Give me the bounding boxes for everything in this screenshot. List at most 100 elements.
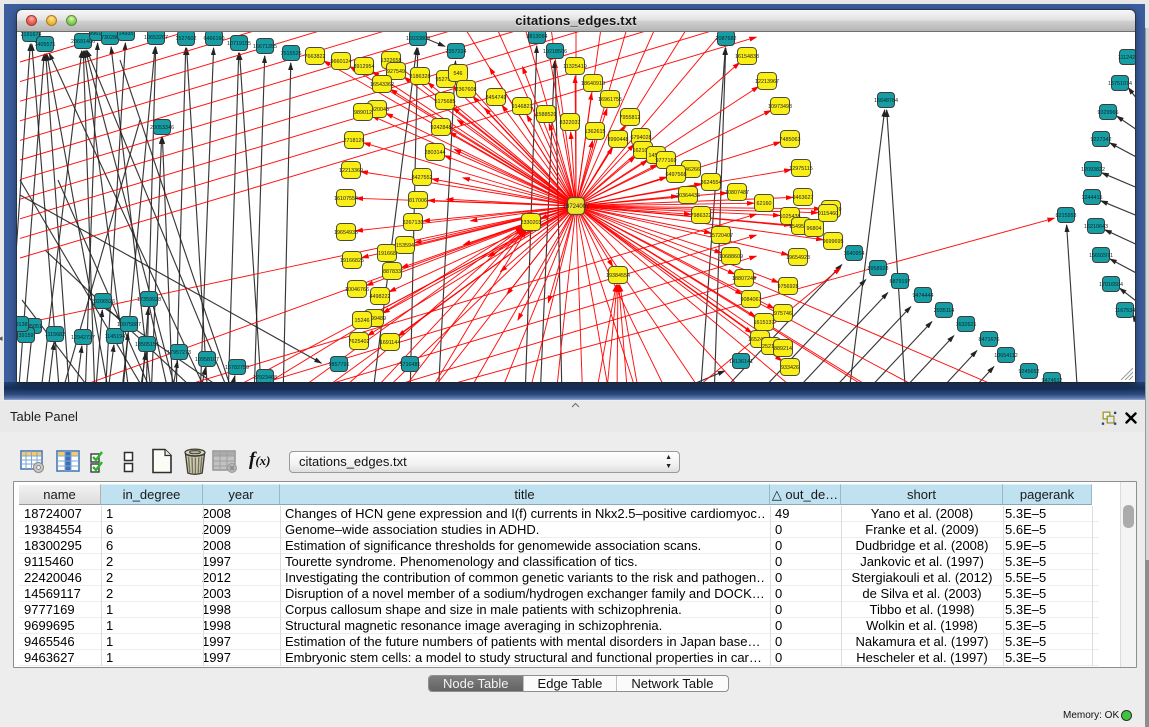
svg-text:9756928: 9756928 xyxy=(778,284,799,290)
svg-text:1640954: 1640954 xyxy=(844,251,865,257)
svg-text:9777169: 9777169 xyxy=(656,158,677,164)
svg-text:39159: 39159 xyxy=(19,333,34,339)
svg-text:9084067: 9084067 xyxy=(741,297,762,303)
svg-text:16782759: 16782759 xyxy=(225,365,249,371)
svg-text:16154838: 16154838 xyxy=(735,54,759,60)
svg-text:12975115: 12975115 xyxy=(789,166,813,172)
svg-text:15692971: 15692971 xyxy=(1089,253,1113,259)
svg-text:1115682: 1115682 xyxy=(45,332,65,338)
svg-text:7625402: 7625402 xyxy=(349,339,370,345)
svg-text:6497568: 6497568 xyxy=(666,172,687,178)
svg-text:1691144: 1691144 xyxy=(380,340,401,346)
svg-text:9242848: 9242848 xyxy=(431,125,452,131)
svg-text:9329966: 9329966 xyxy=(1098,110,1119,116)
svg-text:10046766: 10046766 xyxy=(345,287,369,293)
svg-text:8958928: 8958928 xyxy=(868,266,889,272)
svg-text:191668: 191668 xyxy=(378,251,396,257)
svg-text:9660124: 9660124 xyxy=(331,59,352,65)
svg-text:8427552: 8427552 xyxy=(412,175,433,181)
svg-text:19218506: 19218506 xyxy=(543,49,567,55)
svg-text:1588520: 1588520 xyxy=(536,112,557,118)
svg-text:975746: 975746 xyxy=(774,311,792,317)
svg-text:7986322: 7986322 xyxy=(691,213,712,219)
svg-text:7663822: 7663822 xyxy=(305,54,326,60)
svg-text:15720407: 15720407 xyxy=(709,233,733,239)
svg-text:12942737: 12942737 xyxy=(71,335,95,341)
svg-text:10958107: 10958107 xyxy=(195,357,219,363)
svg-text:10654112: 10654112 xyxy=(994,353,1018,359)
svg-text:2087682: 2087682 xyxy=(716,36,737,42)
svg-text:2935114: 2935114 xyxy=(934,308,955,314)
svg-text:12093822: 12093822 xyxy=(1081,167,1105,173)
svg-text:16107554: 16107554 xyxy=(334,196,358,202)
svg-text:989012: 989012 xyxy=(354,110,372,116)
svg-text:20053346: 20053346 xyxy=(150,125,174,131)
svg-text:1615137: 1615137 xyxy=(754,320,775,326)
svg-text:817006: 817006 xyxy=(409,198,427,204)
svg-text:9245652: 9245652 xyxy=(1019,369,1040,375)
svg-text:10653267: 10653267 xyxy=(144,35,168,41)
svg-text:8912954: 8912954 xyxy=(354,64,375,70)
svg-text:8990448: 8990448 xyxy=(608,137,629,143)
svg-text:7515526: 7515526 xyxy=(281,51,302,57)
svg-text:9474612: 9474612 xyxy=(1042,378,1063,382)
svg-text:16671355: 16671355 xyxy=(253,44,277,50)
svg-text:13505155: 13505155 xyxy=(135,342,159,348)
svg-text:62160: 62160 xyxy=(757,201,772,207)
svg-text:7632621: 7632621 xyxy=(956,322,977,328)
svg-text:10973493: 10973493 xyxy=(768,104,792,110)
svg-text:2330203: 2330203 xyxy=(521,220,542,226)
svg-text:9115460: 9115460 xyxy=(818,211,839,217)
svg-text:8186328: 8186328 xyxy=(410,74,431,80)
svg-text:16033809: 16033809 xyxy=(406,36,430,42)
svg-text:1167534: 1167534 xyxy=(1115,308,1135,314)
svg-text:12923468: 12923468 xyxy=(253,375,277,381)
svg-text:6466160: 6466160 xyxy=(204,36,225,42)
svg-text:16543362: 16543362 xyxy=(370,82,394,88)
svg-text:10975887: 10975887 xyxy=(117,322,141,328)
svg-text:730286: 730286 xyxy=(101,35,119,41)
svg-text:12213967: 12213967 xyxy=(755,79,779,85)
svg-text:10807487: 10807487 xyxy=(725,190,749,196)
svg-text:99138: 99138 xyxy=(17,322,28,328)
svg-text:19384554: 19384554 xyxy=(606,273,630,279)
svg-text:96804: 96804 xyxy=(807,226,822,232)
svg-text:10688609: 10688609 xyxy=(719,254,743,260)
svg-text:9463627: 9463627 xyxy=(793,195,814,201)
svg-text:12213369: 12213369 xyxy=(339,168,363,174)
svg-text:14136141: 14136141 xyxy=(729,359,753,365)
svg-text:17957273: 17957273 xyxy=(167,350,191,356)
svg-text:19654923: 19654923 xyxy=(786,255,810,261)
svg-text:889214: 889214 xyxy=(774,346,792,352)
svg-text:8215953: 8215953 xyxy=(1056,213,1077,219)
svg-text:11325419: 11325419 xyxy=(563,64,587,70)
svg-text:153594: 153594 xyxy=(396,243,414,249)
svg-text:10719155: 10719155 xyxy=(227,41,251,47)
svg-text:20206526: 20206526 xyxy=(91,299,115,305)
svg-text:19166825: 19166825 xyxy=(340,258,364,264)
svg-text:8813054: 8813054 xyxy=(527,34,548,40)
svg-text:546: 546 xyxy=(454,71,463,77)
svg-text:3267130: 3267130 xyxy=(403,220,424,226)
svg-text:15751074: 15751074 xyxy=(1108,81,1132,87)
svg-text:6879197: 6879197 xyxy=(890,279,911,285)
svg-text:9146821: 9146821 xyxy=(512,104,533,110)
svg-text:8454749: 8454749 xyxy=(486,95,507,101)
svg-text:3624554: 3624554 xyxy=(701,180,722,186)
svg-text:927549: 927549 xyxy=(387,69,405,75)
svg-text:5716485: 5716485 xyxy=(400,362,421,368)
svg-text:9699695: 9699695 xyxy=(823,239,844,245)
svg-text:15246: 15246 xyxy=(355,318,370,324)
svg-text:18724007: 18724007 xyxy=(563,204,590,210)
svg-text:933426: 933426 xyxy=(781,365,799,371)
svg-text:18640910: 18640910 xyxy=(581,81,605,87)
svg-text:19654935: 19654935 xyxy=(334,230,358,236)
svg-text:2718126: 2718126 xyxy=(344,138,365,144)
svg-text:7955812: 7955812 xyxy=(620,115,641,121)
svg-text:17359928: 17359928 xyxy=(137,297,161,303)
svg-text:887833: 887833 xyxy=(383,269,401,275)
svg-text:1145194: 1145194 xyxy=(105,334,126,340)
svg-text:1527602: 1527602 xyxy=(176,36,197,42)
svg-text:16210643: 16210643 xyxy=(1084,224,1108,230)
svg-text:9857791: 9857791 xyxy=(329,362,350,368)
